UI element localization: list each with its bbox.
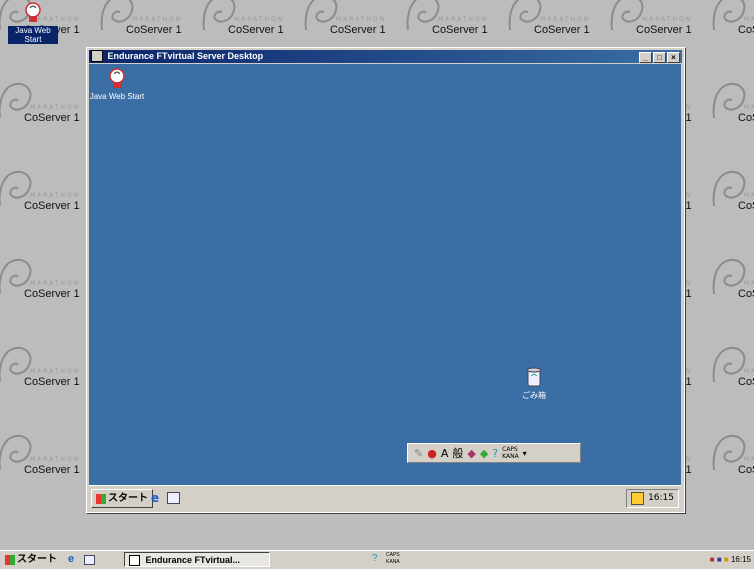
host-caps-indicator: CAPS: [386, 552, 400, 558]
remote-taskbar: スタート e 16:15: [89, 485, 681, 510]
window-title: Endurance FTvirtual Server Desktop: [107, 51, 264, 61]
maximize-button[interactable]: □: [653, 52, 666, 63]
wallpaper-brand: MARATHON: [744, 368, 754, 375]
wallpaper-coserver-text: CoServer 1: [126, 24, 182, 36]
wallpaper-brand: MARATHON: [642, 16, 693, 23]
caps-indicator: CAPS: [502, 446, 518, 453]
recycle-bin-shortcut[interactable]: ごみ箱: [504, 366, 564, 401]
host-task-endurance-ftvirtual[interactable]: Endurance FTvirtual...: [124, 552, 270, 567]
wallpaper-tile: MARATHONCoServer 1: [704, 430, 754, 520]
wallpaper-brand: MARATHON: [540, 16, 591, 23]
kana-indicator: KANA: [502, 453, 519, 460]
desktop-quicklaunch-icon[interactable]: [84, 555, 95, 565]
ime-dictionary-icon[interactable]: ◆: [467, 447, 475, 460]
wallpaper-coserver-text: CoServer 1: [738, 376, 754, 388]
wallpaper-coserver-text: CoServer 1: [24, 288, 80, 300]
wallpaper-brand: MARATHON: [744, 192, 754, 199]
wallpaper-tile: MARATHONCoServer 1: [704, 342, 754, 432]
notification-icon[interactable]: [631, 492, 645, 505]
ime-icon[interactable]: ●: [427, 447, 437, 460]
remote-java-icon-label: Java Web Start: [89, 92, 145, 101]
wallpaper-tile: MARATHONCoServer 1: [704, 0, 754, 80]
windows-flag-icon: [96, 493, 106, 504]
remote-start-button[interactable]: スタート: [91, 489, 153, 508]
help-icon[interactable]: ?: [492, 447, 498, 460]
wallpaper-brand: MARATHON: [234, 16, 285, 23]
host-start-button[interactable]: スタート: [2, 552, 60, 567]
host-java-web-start-shortcut[interactable]: Java Web Start: [8, 2, 58, 44]
wallpaper-brand: MARATHON: [30, 192, 81, 199]
wallpaper-coserver-text: CoServer 1: [24, 464, 80, 476]
host-task-label: Endurance FTvirtual...: [145, 555, 241, 565]
wallpaper-tile: MARATHONCoServer 1: [0, 254, 90, 344]
close-button[interactable]: ×: [667, 52, 680, 63]
wallpaper-tile: MARATHONCoServer 1: [704, 254, 754, 344]
remote-clock: 16:15: [648, 493, 674, 503]
window-titlebar[interactable]: Endurance FTvirtual Server Desktop _ □ ×: [89, 50, 682, 63]
wallpaper-coserver-text: CoServer 1: [738, 24, 754, 36]
ie-quicklaunch-icon[interactable]: e: [151, 491, 159, 505]
ie-quicklaunch-icon[interactable]: e: [68, 553, 74, 565]
remote-java-web-start-shortcut[interactable]: Java Web Start: [89, 68, 147, 101]
ime-pad-icon[interactable]: ◆: [480, 447, 488, 460]
remote-start-label: スタート: [108, 493, 148, 504]
wallpaper-brand: MARATHON: [30, 368, 81, 375]
network-icon[interactable]: ■: [710, 555, 715, 564]
wallpaper-coserver-text: CoServer 1: [432, 24, 488, 36]
wallpaper-coserver-text: CoServer 1: [24, 376, 80, 388]
recycle-bin-icon: [504, 366, 564, 390]
wallpaper-brand: MARATHON: [30, 280, 81, 287]
wallpaper-coserver-text: CoServer 1: [24, 112, 80, 124]
host-system-tray: ■ ■ ■ 16:15: [707, 552, 754, 567]
wallpaper-coserver-text: CoServer 1: [534, 24, 590, 36]
wallpaper-tile: MARATHONCoServer 1: [0, 78, 90, 168]
minimize-button[interactable]: _: [639, 52, 652, 63]
host-java-icon-label: Java Web Start: [8, 26, 58, 44]
java-icon: [89, 68, 147, 92]
wallpaper-tile: MARATHONCoServer 1: [704, 78, 754, 168]
wallpaper-brand: MARATHON: [744, 280, 754, 287]
wallpaper-tile: MARATHONCoServer 1: [0, 430, 90, 520]
window-app-icon: [129, 555, 140, 566]
recycle-bin-label: ごみ箱: [522, 391, 546, 400]
host-taskbar: スタート e Endurance FTvirtual... ? CAPS KAN…: [0, 550, 754, 569]
wallpaper-coserver-text: CoServer 1: [738, 200, 754, 212]
wallpaper-brand: MARATHON: [744, 16, 754, 23]
host-clock: 16:15: [730, 555, 751, 564]
wallpaper-coserver-text: CoServer 1: [738, 288, 754, 300]
wallpaper-coserver-text: CoServer 1: [636, 24, 692, 36]
wallpaper-tile: MARATHONCoServer 1: [0, 342, 90, 432]
wallpaper-brand: MARATHON: [744, 104, 754, 111]
langbar-options-icon[interactable]: ▾: [523, 449, 527, 458]
network-icon-2[interactable]: ■: [717, 555, 722, 564]
wallpaper-brand: MARATHON: [438, 16, 489, 23]
wallpaper-coserver-text: CoServer 1: [24, 200, 80, 212]
ime-kanji-mode[interactable]: 般: [452, 445, 463, 461]
host-kana-indicator: KANA: [386, 559, 400, 565]
java-icon: [23, 2, 43, 24]
remote-desktop-area[interactable]: Java Web Start ごみ箱 ✎ ● A 般 ◆ ◆ ? CAPS KA…: [89, 64, 681, 510]
wallpaper-brand: MARATHON: [744, 456, 754, 463]
window-app-icon: [91, 50, 103, 63]
help-icon[interactable]: ?: [372, 553, 378, 564]
host-start-label: スタート: [17, 554, 57, 565]
notification-icon[interactable]: ■: [724, 555, 729, 564]
wallpaper-coserver-text: CoServer 1: [738, 112, 754, 124]
wallpaper-tile: MARATHONCoServer 1: [0, 166, 90, 256]
wallpaper-coserver-text: CoServer 1: [330, 24, 386, 36]
wallpaper-brand: MARATHON: [30, 456, 81, 463]
wallpaper-coserver-text: CoServer 1: [738, 464, 754, 476]
wallpaper-brand: MARATHON: [132, 16, 183, 23]
wallpaper-coserver-text: CoServer 1: [228, 24, 284, 36]
language-bar[interactable]: ✎ ● A 般 ◆ ◆ ? CAPS KANA ▾: [407, 443, 581, 463]
remote-desktop-window[interactable]: Endurance FTvirtual Server Desktop _ □ ×…: [86, 47, 685, 513]
wallpaper-tile: MARATHONCoServer 1: [704, 166, 754, 256]
desktop-quicklaunch-icon[interactable]: [167, 492, 180, 504]
ime-input-mode[interactable]: A: [441, 447, 449, 460]
wallpaper-brand: MARATHON: [30, 104, 81, 111]
windows-flag-icon: [5, 554, 15, 565]
remote-system-tray: 16:15: [626, 489, 679, 508]
wallpaper-brand: MARATHON: [336, 16, 387, 23]
handwriting-icon[interactable]: ✎: [414, 447, 423, 460]
